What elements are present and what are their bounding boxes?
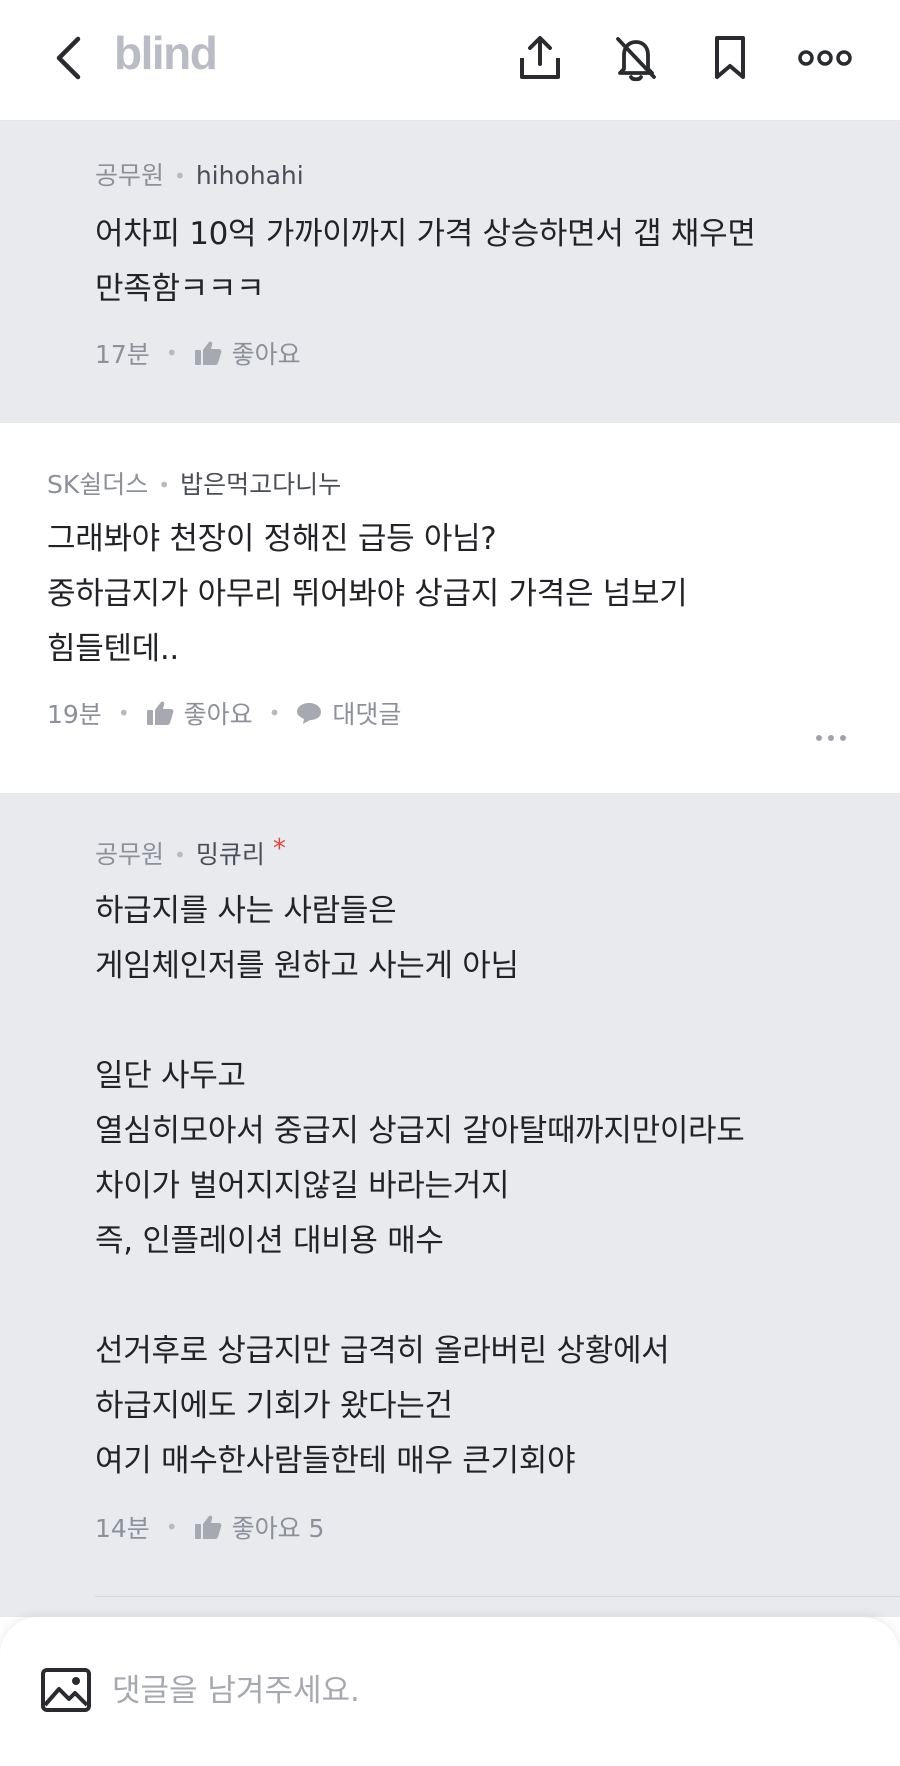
comment-text: 하급지를 사는 사람들은 게임체인저를 원하고 사는게 아님 일단 사두고 열심… — [95, 893, 745, 1479]
comment-text: 어차피 10억 가까이까지 가격 상승하면서 갭 채우면 만족함ㅋㅋㅋ — [95, 216, 756, 307]
reply-label: 대댓글 — [332, 700, 402, 729]
like-button[interactable]: 좋아요 — [194, 335, 301, 371]
comment-actions: 14분 • 좋아요 5 — [95, 1509, 900, 1545]
comment-actions: 17분 • 좋아요 — [95, 335, 900, 371]
company-name: 공무원 — [95, 161, 165, 190]
comment-meta: 공무원 • 밍큐리 * — [95, 834, 900, 872]
comment-time: 14분 — [95, 1514, 150, 1543]
brand-logo: blind — [114, 27, 218, 79]
bookmark-icon[interactable] — [700, 28, 760, 88]
meta-separator: • — [117, 701, 130, 725]
comment-actions: 19분 • 좋아요 • 대댓글 — [47, 695, 900, 731]
top-bar: blind — [0, 0, 900, 121]
share-icon[interactable] — [510, 28, 570, 88]
like-button[interactable]: 좋아요 — [146, 695, 253, 731]
comment-meta: SK쉴더스 • 밥은먹고다니누 — [47, 468, 900, 502]
meta-separator: • — [158, 473, 171, 497]
like-count-label: 좋아요 5 — [231, 1514, 325, 1543]
speech-bubble-icon — [297, 703, 322, 724]
company-name: 공무원 — [95, 840, 165, 869]
comment-input[interactable] — [112, 1661, 852, 1721]
author-nickname[interactable]: 밍큐리 — [196, 838, 265, 872]
thumbs-up-icon — [146, 701, 174, 725]
comment-composer — [0, 1617, 900, 1766]
more-horizontal-icon[interactable] — [795, 28, 855, 88]
author-nickname[interactable]: hihohahi — [196, 159, 304, 193]
meta-separator: • — [165, 1515, 178, 1539]
author-mark: * — [272, 834, 286, 864]
meta-separator: • — [174, 843, 186, 867]
notification-off-icon[interactable] — [606, 28, 666, 88]
divider — [95, 1596, 900, 1597]
meta-separator: • — [174, 164, 186, 188]
reply-comment: 공무원 • 밍큐리 * 하급지를 사는 사람들은 게임체인저를 원하고 사는게 … — [0, 793, 900, 1617]
like-button[interactable]: 좋아요 5 — [194, 1509, 325, 1545]
company-name: SK쉴더스 — [47, 470, 149, 499]
reply-comment: 공무원 • hihohahi 어차피 10억 가까이까지 가격 상승하면서 갭 … — [0, 121, 900, 423]
comment-more-button[interactable] — [806, 723, 856, 753]
like-label: 좋아요 — [231, 340, 301, 369]
comment-text: 그래봐야 천장이 정해진 급등 아님? 중하급지가 아무리 뛰어봐야 상급지 가… — [47, 521, 688, 667]
comment-time: 19분 — [47, 700, 102, 729]
thumbs-up-icon — [194, 341, 222, 365]
reply-button[interactable]: 대댓글 — [296, 695, 401, 731]
thumbs-up-icon — [194, 1515, 222, 1539]
meta-separator: • — [268, 701, 281, 725]
meta-separator: • — [165, 341, 178, 365]
like-label: 좋아요 — [183, 700, 253, 729]
image-attach-icon[interactable] — [40, 1667, 92, 1713]
author-nickname[interactable]: 밥은먹고다니누 — [180, 468, 341, 502]
comment-time: 17분 — [95, 340, 150, 369]
back-chevron-icon[interactable] — [46, 30, 90, 86]
comment: SK쉴더스 • 밥은먹고다니누 그래봐야 천장이 정해진 급등 아님? 중하급지… — [0, 423, 900, 793]
comment-meta: 공무원 • hihohahi — [95, 159, 900, 193]
